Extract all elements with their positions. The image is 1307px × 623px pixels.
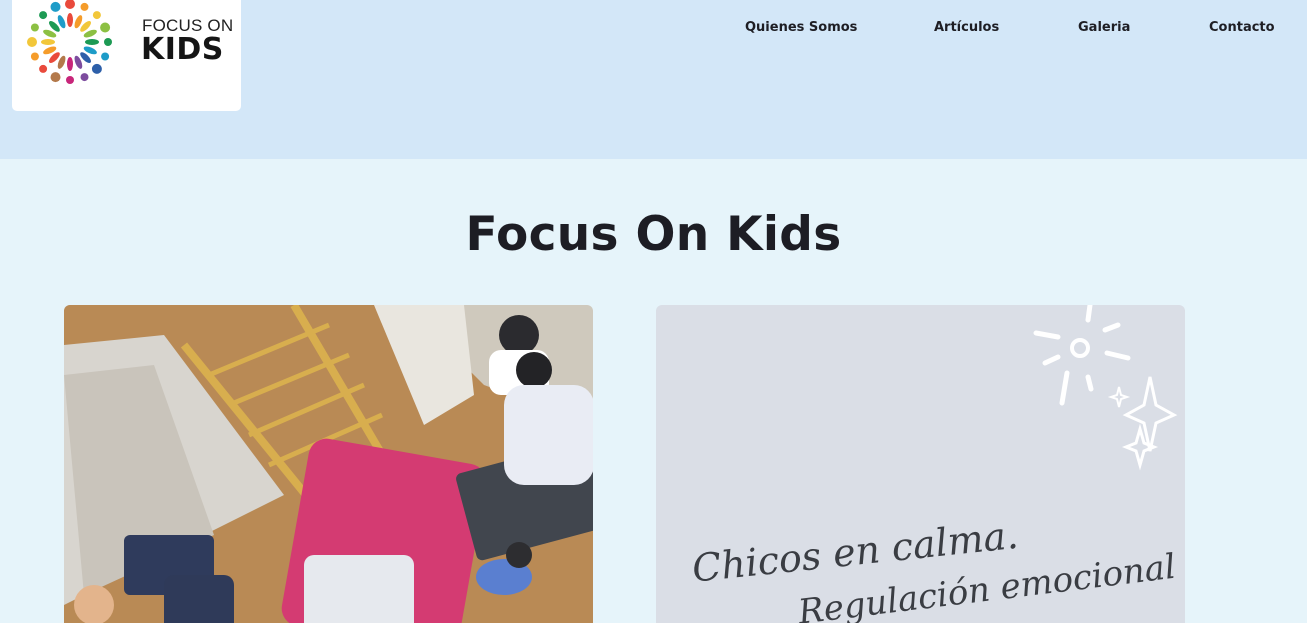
therapy-room-photo [64, 305, 593, 623]
gallery-card-photo[interactable] [64, 305, 593, 623]
gallery-card-graphic[interactable]: Chicos en calma. Regulación emocional [656, 305, 1185, 623]
page-title: Focus On Kids [465, 207, 842, 262]
logo[interactable]: FOCUS ON KIDS [12, 0, 241, 111]
nav-link-galeria[interactable]: Galeria [1078, 20, 1130, 38]
logo-text-line-2: KIDS [141, 32, 224, 67]
site-header: FOCUS ON KIDS Quienes Somos Artículos Ga… [0, 0, 1307, 159]
nav-link-articulos[interactable]: Artículos [934, 20, 999, 38]
logo-burst-icon [27, 0, 112, 84]
nav-link-quienes-somos[interactable]: Quienes Somos [745, 20, 857, 38]
nav-link-contacto[interactable]: Contacto [1209, 20, 1275, 38]
